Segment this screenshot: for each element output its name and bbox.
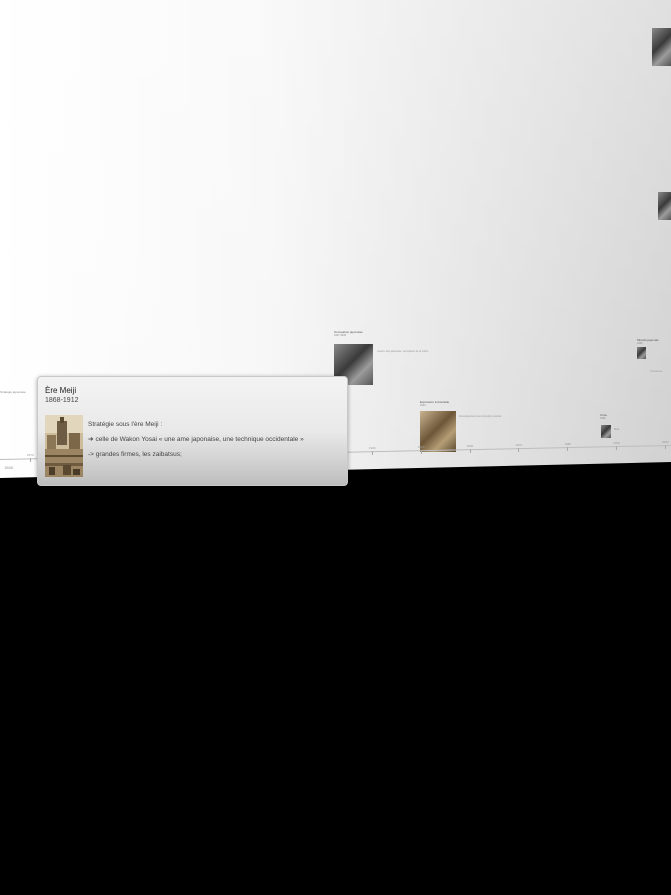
timeline-tick-label: 1950 bbox=[417, 445, 425, 450]
background-event-text: Bulle bbox=[614, 428, 620, 431]
timeline-tick-label: 2000 bbox=[662, 440, 669, 445]
background-event-card[interactable]: Expansion industrielle 1914 bbox=[420, 400, 449, 407]
timeline-tick bbox=[371, 451, 373, 456]
event-title: Ère Meiji bbox=[45, 386, 77, 395]
background-event-dates: 1990 bbox=[600, 417, 606, 420]
left-event-stub[interactable]: Stratégie japonaise bbox=[0, 390, 26, 394]
timeline-tick bbox=[30, 458, 31, 463]
event-dates: 1868-1912 bbox=[45, 397, 79, 404]
arrow-bullet-icon: ➔ bbox=[88, 436, 94, 443]
timeline-tick-label: 1960 bbox=[466, 444, 474, 449]
background-event-card[interactable]: Miracle japonais 1950 bbox=[637, 338, 659, 345]
far-event-thumbnail[interactable] bbox=[658, 192, 671, 220]
event-card-ere-meiji[interactable]: Ère Meiji 1868-1912 Stratégie sous l'ère… bbox=[37, 376, 348, 486]
timeline-tick bbox=[469, 449, 471, 454]
background-event-dates: 1937-1945 bbox=[334, 334, 346, 337]
event-description-line: ➔ celle de Wakon Yosai « une ame japonais… bbox=[88, 436, 304, 443]
historic-city-photo-image bbox=[45, 415, 83, 477]
background-event-text: Développement des industries lourdes bbox=[459, 415, 502, 418]
historic-city-photo-icon[interactable] bbox=[45, 415, 83, 477]
timeline-tick-label: 1980 bbox=[564, 442, 571, 447]
timeline-tick bbox=[518, 448, 520, 453]
timeline-tick-label: 1990 bbox=[613, 441, 620, 446]
timeline-start-year: 1868 bbox=[4, 465, 13, 470]
timeline-tick-label: 1870 bbox=[27, 453, 34, 458]
event-description: Stratégie sous l'ère Meiji : ➔ celle de W… bbox=[88, 417, 304, 462]
background-event-card[interactable]: Crise 1990 bbox=[600, 413, 607, 420]
background-event-card[interactable]: Occupation japonaise 1937-1945 bbox=[334, 330, 363, 337]
timeline-tick-label: 1940 bbox=[368, 446, 376, 451]
background-event-thumbnail[interactable] bbox=[637, 347, 646, 359]
far-event-thumbnail[interactable] bbox=[652, 28, 671, 66]
timeline-stage[interactable]: Occupation japonaise 1937-1945 Guerre si… bbox=[0, 0, 671, 895]
timeline-tick bbox=[616, 446, 618, 451]
timeline-tick bbox=[420, 450, 422, 455]
timeline-tick-label: 1970 bbox=[515, 443, 523, 448]
timeline-tick bbox=[665, 445, 666, 450]
event-description-line: -> grandes firmes, les zaibatsus; bbox=[88, 451, 182, 458]
background-event-dates: 1950 bbox=[637, 342, 643, 345]
background-event-text: Croissance bbox=[650, 370, 663, 373]
background-event-thumbnail[interactable] bbox=[601, 425, 611, 438]
timeline-tick bbox=[567, 447, 569, 452]
event-description-line: Stratégie sous l'ère Meiji : bbox=[88, 421, 163, 428]
background-event-dates: 1914 bbox=[420, 404, 426, 407]
background-event-text: Guerre sino-japonaise, occupation de la … bbox=[377, 350, 429, 353]
background-event-thumbnail[interactable] bbox=[420, 411, 456, 452]
